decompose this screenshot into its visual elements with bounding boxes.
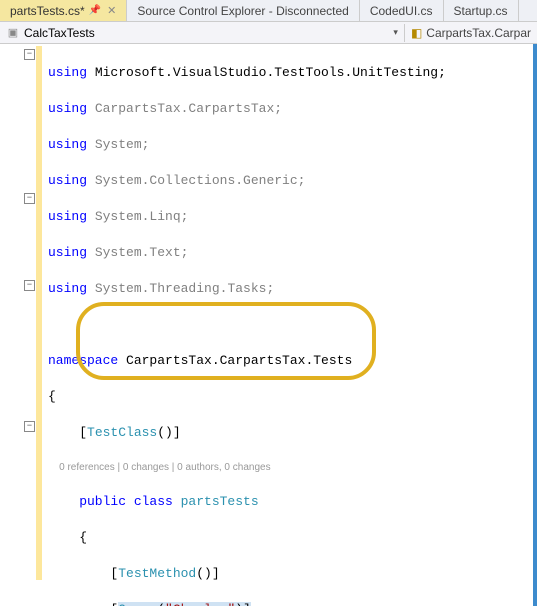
bracket: [ [48, 602, 118, 606]
member-dropdown[interactable]: ◧ CarpartsTax.Carpar [405, 24, 537, 42]
keyword: public [48, 494, 126, 509]
keyword: namespace [48, 353, 118, 368]
class-dropdown-label: CalcTaxTests [24, 26, 95, 40]
code-editor[interactable]: − − − − using Microsoft.VisualStudio.Tes… [0, 44, 537, 606]
bracket: [ [48, 566, 118, 581]
outline-toggle[interactable]: − [24, 49, 35, 60]
code-text: CarpartsTax.CarpartsTax.Tests [118, 353, 352, 368]
keyword: using [48, 281, 87, 296]
bracket: [ [48, 425, 87, 440]
keyword: using [48, 65, 87, 80]
tab-partstests[interactable]: partsTests.cs* 📌 ✕ [0, 0, 127, 21]
outline-toggle[interactable]: − [24, 193, 35, 204]
code-text: System.Threading.Tasks; [87, 281, 274, 296]
tab-codedui[interactable]: CodedUI.cs [360, 0, 444, 21]
attribute: TestMethod [118, 566, 196, 581]
keyword: using [48, 173, 87, 188]
tab-source-control[interactable]: Source Control Explorer - Disconnected [127, 0, 359, 21]
keyword: using [48, 245, 87, 260]
bracket: )] [235, 602, 251, 606]
codelens[interactable]: 0 references | 0 changes | 0 authors, 0 … [48, 460, 533, 475]
gutter: − − − − [0, 44, 36, 606]
string: "Charles" [165, 602, 235, 606]
member-dropdown-label: CarpartsTax.Carpar [426, 26, 531, 40]
code-text: System.Collections.Generic; [87, 173, 305, 188]
code-text: System; [87, 137, 149, 152]
tab-label: CodedUI.cs [370, 4, 433, 18]
pin-icon[interactable]: 📌 [89, 5, 101, 16]
code-text: System.Linq; [87, 209, 188, 224]
class-icon: ▣ [6, 26, 20, 40]
bracket: ()] [196, 566, 219, 581]
navigation-bar: ▣ CalcTaxTests ▾ ◧ CarpartsTax.Carpar [0, 22, 537, 44]
code-text: System.Text; [87, 245, 188, 260]
tab-label: Startup.cs [454, 4, 508, 18]
keyword: using [48, 209, 87, 224]
brace: { [48, 530, 87, 545]
chevron-down-icon: ▾ [393, 27, 398, 38]
keyword: using [48, 101, 87, 116]
class-name: partsTests [173, 494, 259, 509]
code-text: Microsoft.VisualStudio.TestTools.UnitTes… [87, 65, 446, 80]
tab-label: partsTests.cs* [10, 4, 85, 18]
attribute: Owner [118, 602, 157, 606]
paren: ( [157, 602, 165, 606]
code-content[interactable]: using Microsoft.VisualStudio.TestTools.U… [36, 44, 533, 606]
outline-toggle[interactable]: − [24, 280, 35, 291]
keyword: class [126, 494, 173, 509]
keyword: using [48, 137, 87, 152]
close-icon[interactable]: ✕ [107, 4, 116, 17]
tab-label: Source Control Explorer - Disconnected [137, 4, 348, 18]
attribute: TestClass [87, 425, 157, 440]
tab-startup[interactable]: Startup.cs [444, 0, 519, 21]
bracket: ()] [157, 425, 180, 440]
tab-bar: partsTests.cs* 📌 ✕ Source Control Explor… [0, 0, 537, 22]
class-dropdown[interactable]: ▣ CalcTaxTests ▾ [0, 24, 405, 42]
brace: { [48, 389, 56, 404]
code-text: CarpartsTax.CarpartsTax; [87, 101, 282, 116]
method-icon: ◧ [411, 26, 422, 40]
outline-toggle[interactable]: − [24, 421, 35, 432]
